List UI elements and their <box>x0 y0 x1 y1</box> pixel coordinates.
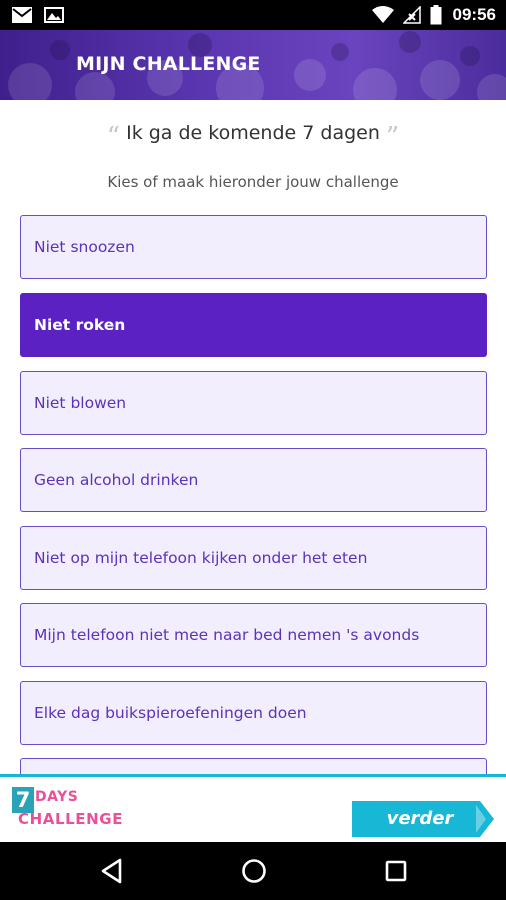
logo-days: DAYS <box>35 789 79 805</box>
mail-icon <box>12 7 32 23</box>
challenge-option-label: Niet snoozen <box>34 238 135 256</box>
no-signal-icon <box>402 6 421 24</box>
recents-icon[interactable] <box>381 856 411 886</box>
challenge-option[interactable]: Geen alcohol drinken <box>20 448 487 512</box>
footer-bar: 7 DAYS CHALLENGE verder <box>0 774 506 842</box>
logo-challenge: CHALLENGE <box>18 810 124 828</box>
challenge-option[interactable] <box>20 758 487 775</box>
challenge-option-selected[interactable]: Niet roken <box>20 293 487 357</box>
challenge-list[interactable]: “Ik ga de komende 7 dagen” Kies of maak … <box>0 100 506 775</box>
intro-quote-text: Ik ga de komende 7 dagen <box>126 122 380 144</box>
challenge-option-label: Geen alcohol drinken <box>34 471 199 489</box>
next-button-label: verder <box>386 808 454 829</box>
intro-subtitle: Kies of maak hieronder jouw challenge <box>107 173 399 191</box>
challenge-option-label: Mijn telefoon niet mee naar bed nemen 's… <box>34 626 420 644</box>
challenge-option[interactable]: Elke dag buikspieroefeningen doen <box>20 681 487 745</box>
app-logo: 7 DAYS CHALLENGE <box>10 785 135 835</box>
challenge-option-label: Niet blowen <box>34 394 127 412</box>
system-nav-bar <box>0 842 506 900</box>
back-icon[interactable] <box>98 856 128 886</box>
status-bar: 09:56 <box>0 0 506 30</box>
next-button[interactable]: verder <box>352 801 494 837</box>
open-quote-mark: “ <box>106 122 121 152</box>
challenge-option-label: Niet roken <box>34 316 126 334</box>
header: MIJN CHALLENGE <box>0 30 506 100</box>
challenge-option[interactable]: Niet snoozen <box>20 215 487 279</box>
challenge-option[interactable]: Mijn telefoon niet mee naar bed nemen 's… <box>20 603 487 667</box>
page-title: MIJN CHALLENGE <box>76 53 261 75</box>
challenge-option[interactable]: Niet op mijn telefoon kijken onder het e… <box>20 526 487 590</box>
battery-icon <box>430 5 442 25</box>
image-icon <box>44 7 64 23</box>
challenge-option-label: Niet op mijn telefoon kijken onder het e… <box>34 549 368 567</box>
intro-quote: “Ik ga de komende 7 dagen” <box>0 122 506 152</box>
challenge-option-label: Elke dag buikspieroefeningen doen <box>34 704 307 722</box>
challenge-option[interactable]: Niet blowen <box>20 371 487 435</box>
home-icon[interactable] <box>239 856 269 886</box>
close-quote-mark: ” <box>385 122 400 152</box>
clock: 09:56 <box>452 5 496 24</box>
wifi-icon <box>371 6 394 23</box>
